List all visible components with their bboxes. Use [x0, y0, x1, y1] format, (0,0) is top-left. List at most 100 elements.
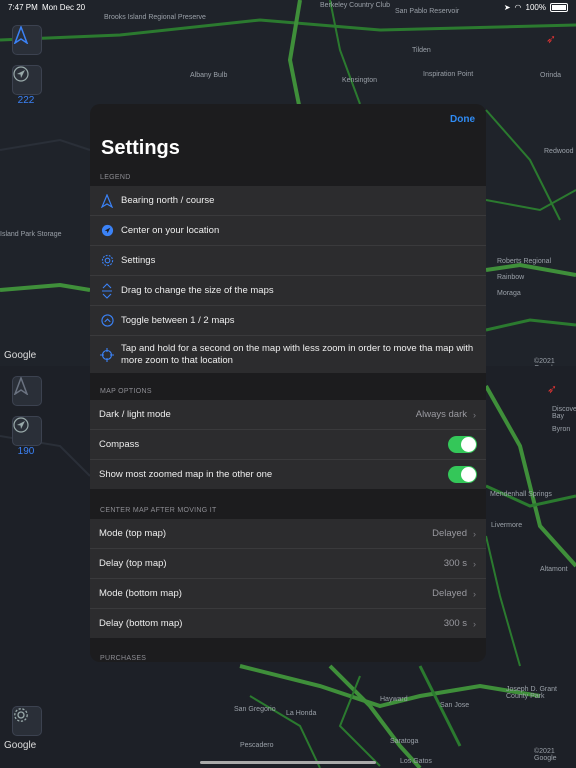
- done-button[interactable]: Done: [450, 114, 475, 125]
- crosshair-icon: [99, 347, 115, 363]
- map-label: La Honda: [286, 710, 317, 717]
- map-label: San Jose: [440, 702, 470, 709]
- map-label: Discovery Bay: [552, 406, 576, 420]
- map-label: Mendenhall Springs: [490, 491, 552, 498]
- map-label: Island Park Storage: [0, 231, 62, 238]
- map-label: Altamont: [540, 566, 568, 573]
- top-map-counter: 222: [17, 95, 35, 106]
- row-value: 300 s: [443, 558, 467, 569]
- legend-label: Bearing north / course: [121, 194, 215, 206]
- bottom-map-counter: 190: [17, 446, 35, 457]
- dark-mode-value: Always dark: [415, 409, 467, 420]
- map-label: Moraga: [497, 290, 521, 297]
- compass-toggle[interactable]: [448, 436, 477, 453]
- compass-row: Compass: [90, 430, 486, 460]
- legend-row: Toggle between 1 / 2 maps: [90, 306, 486, 336]
- map-label: Albany Bulb: [190, 72, 228, 79]
- battery-percent: 100%: [525, 3, 546, 12]
- row-label: Delay (bottom map): [99, 617, 183, 629]
- status-date: Mon Dec 20: [42, 3, 86, 12]
- compass-icon[interactable]: ➶: [547, 382, 557, 396]
- row-value: 300 s: [443, 618, 467, 629]
- mode-top-map-row[interactable]: Mode (top map) Delayed ›: [90, 519, 486, 549]
- map-label: Redwood: [544, 148, 574, 155]
- location-arrow-icon: [13, 417, 29, 433]
- location-arrow-icon: [99, 223, 115, 239]
- map-label: Tilden: [412, 47, 431, 54]
- dark-mode-label: Dark / light mode: [99, 408, 171, 420]
- chevron-right-icon: ›: [473, 558, 476, 569]
- google-logo: Google: [4, 740, 37, 751]
- center-location-button-bottom[interactable]: [12, 416, 42, 446]
- map-label: Pescadero: [240, 742, 274, 749]
- map-label: Roberts Regional: [497, 258, 552, 265]
- map-label: Los Gatos: [400, 758, 432, 765]
- section-header-center-map: CENTER MAP AFTER MOVING IT: [100, 507, 217, 514]
- delay-top-map-row[interactable]: Delay (top map) 300 s ›: [90, 549, 486, 579]
- legend-label: Toggle between 1 / 2 maps: [121, 314, 235, 326]
- settings-sheet: Done Settings LEGEND Bearing north / cou…: [90, 104, 486, 662]
- legend-label: Center on your location: [121, 224, 220, 236]
- compass-label: Compass: [99, 438, 140, 450]
- chevron-right-icon: ›: [473, 409, 476, 420]
- row-label: Delay (top map): [99, 557, 167, 569]
- bearing-button-bottom[interactable]: [12, 376, 42, 406]
- chevron-right-icon: ›: [473, 528, 476, 539]
- map-label: Brooks Island Regional Preserve: [104, 14, 206, 21]
- map-label: Hayward: [380, 696, 408, 703]
- location-arrow-icon: [13, 66, 29, 82]
- zoomed-map-label: Show most zoomed map in the other one: [99, 468, 273, 480]
- center-location-button[interactable]: [12, 65, 42, 95]
- legend-label: Settings: [121, 254, 156, 266]
- page-title: Settings: [101, 137, 180, 159]
- home-indicator[interactable]: [200, 761, 376, 764]
- row-label: Mode (top map): [99, 527, 167, 539]
- legend-group: Bearing north / course Center on your lo…: [90, 186, 486, 373]
- zoomed-map-row: Show most zoomed map in the other one: [90, 460, 486, 489]
- map-label: Byron: [552, 426, 571, 433]
- legend-row: Drag to change the size of the maps: [90, 276, 486, 306]
- compass-icon[interactable]: ➶: [546, 32, 556, 46]
- zoomed-map-toggle[interactable]: [448, 466, 477, 483]
- resize-arrows-icon: [99, 282, 115, 299]
- row-label: Mode (bottom map): [99, 587, 182, 599]
- legend-label: Drag to change the size of the maps: [121, 284, 274, 296]
- delay-bottom-map-row[interactable]: Delay (bottom map) 300 s ›: [90, 609, 486, 638]
- gear-icon: [14, 708, 28, 722]
- chevron-right-icon: ›: [473, 618, 476, 629]
- google-logo: Google: [4, 350, 37, 361]
- status-bar: 7:47 PM Mon Dec 20 ➤ ◠ 100%: [0, 0, 576, 14]
- map-label: Livermore: [491, 522, 523, 529]
- map-label: Kensington: [342, 77, 378, 84]
- legend-row: Center on your location: [90, 216, 486, 246]
- map-label: Inspiration Point: [423, 71, 474, 78]
- row-value: Delayed: [432, 528, 467, 539]
- toggle-maps-icon: [99, 313, 115, 329]
- dark-mode-row[interactable]: Dark / light mode Always dark ›: [90, 400, 486, 430]
- map-label: Joseph D. Grant County Park: [506, 686, 557, 700]
- map-label: Saratoga: [390, 738, 419, 745]
- location-services-icon: ➤: [503, 3, 511, 12]
- map-options-group: Dark / light mode Always dark › Compass …: [90, 400, 486, 489]
- section-header-legend: LEGEND: [100, 174, 131, 181]
- mode-bottom-map-row[interactable]: Mode (bottom map) Delayed ›: [90, 579, 486, 609]
- settings-button[interactable]: [12, 706, 42, 736]
- map-label: San Gregorio: [234, 706, 276, 713]
- map-label: Orinda: [540, 72, 562, 79]
- section-header-purchases: PURCHASES: [100, 655, 147, 662]
- gear-icon: [99, 253, 115, 269]
- bearing-arrow-icon: [13, 377, 29, 395]
- legend-row: Bearing north / course: [90, 186, 486, 216]
- status-time: 7:47 PM: [8, 3, 38, 12]
- legend-row: Settings: [90, 246, 486, 276]
- bearing-arrow-icon: [99, 193, 115, 209]
- map-copyright: ©2021 Google: [534, 358, 557, 366]
- legend-label: Tap and hold for a second on the map wit…: [121, 342, 474, 366]
- center-map-group: Mode (top map) Delayed › Delay (top map)…: [90, 519, 486, 638]
- battery-icon: [550, 3, 568, 12]
- section-header-map-options: MAP OPTIONS: [100, 388, 152, 395]
- legend-row: Tap and hold for a second on the map wit…: [90, 336, 486, 373]
- wifi-icon: ◠: [514, 3, 522, 12]
- bearing-button[interactable]: [12, 25, 42, 55]
- bearing-arrow-icon: [13, 26, 29, 44]
